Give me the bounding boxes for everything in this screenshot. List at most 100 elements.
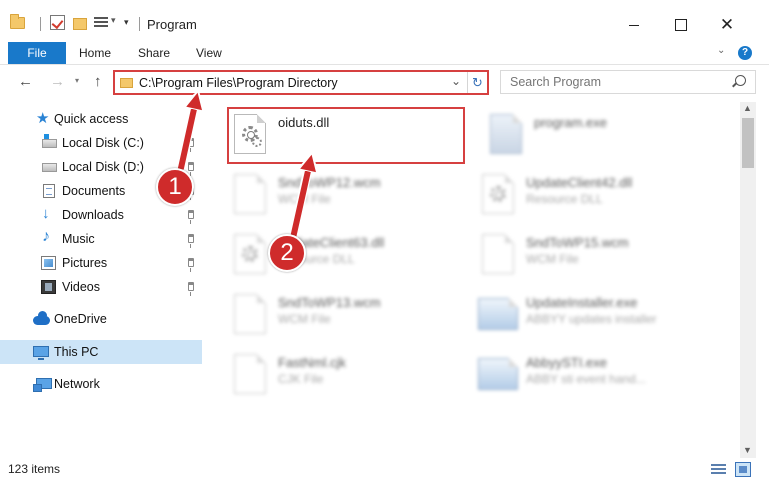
- app-icon: [490, 114, 522, 154]
- file-name: FastNml.cjk: [278, 355, 346, 370]
- quick-access-separator: [40, 17, 41, 31]
- close-button[interactable]: ✕: [704, 12, 750, 38]
- file-item-fastnml[interactable]: FastNml.cjk CJK File: [212, 348, 462, 404]
- selection-highlight: [227, 107, 465, 164]
- up-button[interactable]: ↑: [94, 73, 102, 90]
- sidebar-item-label: Downloads: [62, 208, 124, 222]
- search-box[interactable]: [500, 70, 756, 94]
- sidebar-item-videos[interactable]: Videos: [0, 275, 202, 299]
- file-item-updateclient42[interactable]: UpdateClient42.dll Resource DLL: [460, 168, 710, 224]
- file-item-updateinstaller[interactable]: UpdateInstaller.exe ABBYY updates instal…: [460, 288, 710, 344]
- file-name: SndToWP12.wcm: [278, 175, 381, 190]
- pictures-icon: [41, 256, 56, 270]
- recent-locations-icon[interactable]: ▾: [75, 76, 79, 85]
- vertical-scrollbar[interactable]: ▲ ▼: [740, 102, 756, 458]
- pin-icon[interactable]: [188, 138, 194, 152]
- drive-icon: [42, 163, 57, 172]
- pin-icon[interactable]: [188, 234, 194, 248]
- sidebar-item-label: Local Disk (D:): [62, 160, 144, 174]
- back-button[interactable]: ←: [18, 73, 33, 90]
- gear-icon: [490, 186, 506, 202]
- download-icon: ↓: [42, 205, 50, 222]
- file-item-sndtowp12[interactable]: SndToWP12.wcm WCM File: [212, 168, 462, 224]
- file-name: UpdateClient42.dll: [526, 175, 633, 190]
- refresh-button[interactable]: ↻: [467, 72, 487, 93]
- sidebar-item-this-pc[interactable]: This PC: [0, 340, 202, 364]
- item-count: 123 items: [8, 462, 61, 476]
- folder-icon[interactable]: [10, 14, 25, 29]
- tab-share[interactable]: Share: [138, 42, 170, 64]
- pin-icon[interactable]: [188, 162, 194, 176]
- file-item-sndtowp15[interactable]: SndToWP15.wcm WCM File: [460, 228, 710, 284]
- file-item-abbyysti[interactable]: AbbyySTI.exe ABBY sti event hand...: [460, 348, 710, 404]
- file-name: UpdateInstaller.exe: [526, 295, 638, 310]
- tab-file[interactable]: File: [8, 42, 66, 64]
- view-icon[interactable]: [94, 17, 108, 29]
- file-name: SndToWP13.wcm: [278, 295, 381, 310]
- folder-icon: [120, 78, 133, 88]
- navigation-bar: ← → ▾ ↑ C:\Program Files\Program Directo…: [0, 66, 769, 100]
- sidebar-item-network[interactable]: Network: [0, 372, 202, 396]
- sidebar-item-pictures[interactable]: Pictures: [0, 251, 202, 275]
- file-item-updateclient63[interactable]: UpdateClient63.dll Resource DLL: [212, 228, 462, 284]
- scroll-down-icon[interactable]: ▼: [743, 445, 752, 455]
- sidebar-item-music[interactable]: ♪ Music: [0, 227, 202, 251]
- details-view-icon[interactable]: [711, 464, 726, 476]
- address-bar[interactable]: C:\Program Files\Program Directory ⌄ ↻: [113, 70, 489, 95]
- search-icon[interactable]: [735, 75, 746, 86]
- sidebar-item-onedrive[interactable]: OneDrive: [0, 307, 202, 331]
- file-type: WCM File: [526, 252, 579, 266]
- file-item-sndtowp13[interactable]: SndToWP13.wcm WCM File: [212, 288, 462, 344]
- customize-toolbar-icon[interactable]: ▾: [124, 17, 129, 28]
- tab-view[interactable]: View: [196, 42, 222, 64]
- file-type: ABBYY updates installer: [526, 312, 657, 326]
- title-bar: ▾ ▾ Program ✕: [0, 0, 769, 40]
- scroll-up-icon[interactable]: ▲: [743, 103, 752, 113]
- forward-button[interactable]: →: [50, 73, 65, 90]
- new-folder-icon[interactable]: [73, 18, 87, 30]
- sidebar-item-label: Documents: [62, 184, 126, 198]
- file-type: WCM File: [278, 312, 331, 326]
- window-title: Program: [147, 17, 197, 32]
- file-icon: [234, 174, 266, 214]
- tab-home[interactable]: Home: [79, 42, 111, 64]
- file-type: Resource DLL: [526, 192, 603, 206]
- properties-icon[interactable]: [50, 15, 65, 30]
- search-input[interactable]: [501, 71, 731, 93]
- network-icon: [33, 378, 52, 392]
- file-icon: [234, 294, 266, 334]
- expand-ribbon-icon[interactable]: ⌄: [717, 45, 725, 56]
- address-dropdown-icon[interactable]: ⌄: [451, 74, 461, 88]
- file-item-program-exe[interactable]: program.exe: [468, 108, 718, 164]
- address-path[interactable]: C:\Program Files\Program Directory: [139, 76, 338, 90]
- dll-gear-icon: [482, 174, 514, 214]
- sidebar-item-downloads[interactable]: ↓ Downloads: [0, 203, 202, 227]
- sidebar-item-local-disk-c[interactable]: Local Disk (C:): [0, 131, 202, 155]
- help-icon[interactable]: ?: [738, 46, 752, 60]
- file-name: program.exe: [534, 115, 607, 130]
- drive-icon: [42, 134, 57, 148]
- pin-icon[interactable]: [188, 210, 194, 224]
- status-bar: 123 items: [0, 458, 769, 494]
- maximize-button[interactable]: [657, 12, 703, 38]
- pin-icon[interactable]: [188, 258, 194, 272]
- sidebar-item-label: Videos: [62, 280, 100, 294]
- step-badge-2: 2: [268, 234, 306, 272]
- videos-icon: [41, 280, 56, 294]
- large-icons-view-icon[interactable]: [735, 462, 751, 477]
- minimize-button[interactable]: [611, 12, 657, 38]
- scrollbar-thumb[interactable]: [742, 118, 754, 168]
- sidebar-item-label: Music: [62, 232, 95, 246]
- sidebar-item-label: Pictures: [62, 256, 108, 270]
- file-icon: [234, 354, 266, 394]
- pin-icon[interactable]: [188, 282, 194, 296]
- sidebar-item-label: Local Disk (C:): [62, 136, 144, 150]
- file-name: SndToWP15.wcm: [526, 235, 629, 250]
- chevron-down-icon[interactable]: ▾: [111, 15, 116, 26]
- cloud-icon: [33, 311, 50, 325]
- installer-icon: [478, 298, 518, 330]
- gear-icon: [242, 246, 258, 262]
- sidebar-item-quick-access[interactable]: ★ Quick access: [0, 107, 202, 131]
- computer-icon: [33, 346, 49, 360]
- step-badge-1: 1: [156, 168, 194, 206]
